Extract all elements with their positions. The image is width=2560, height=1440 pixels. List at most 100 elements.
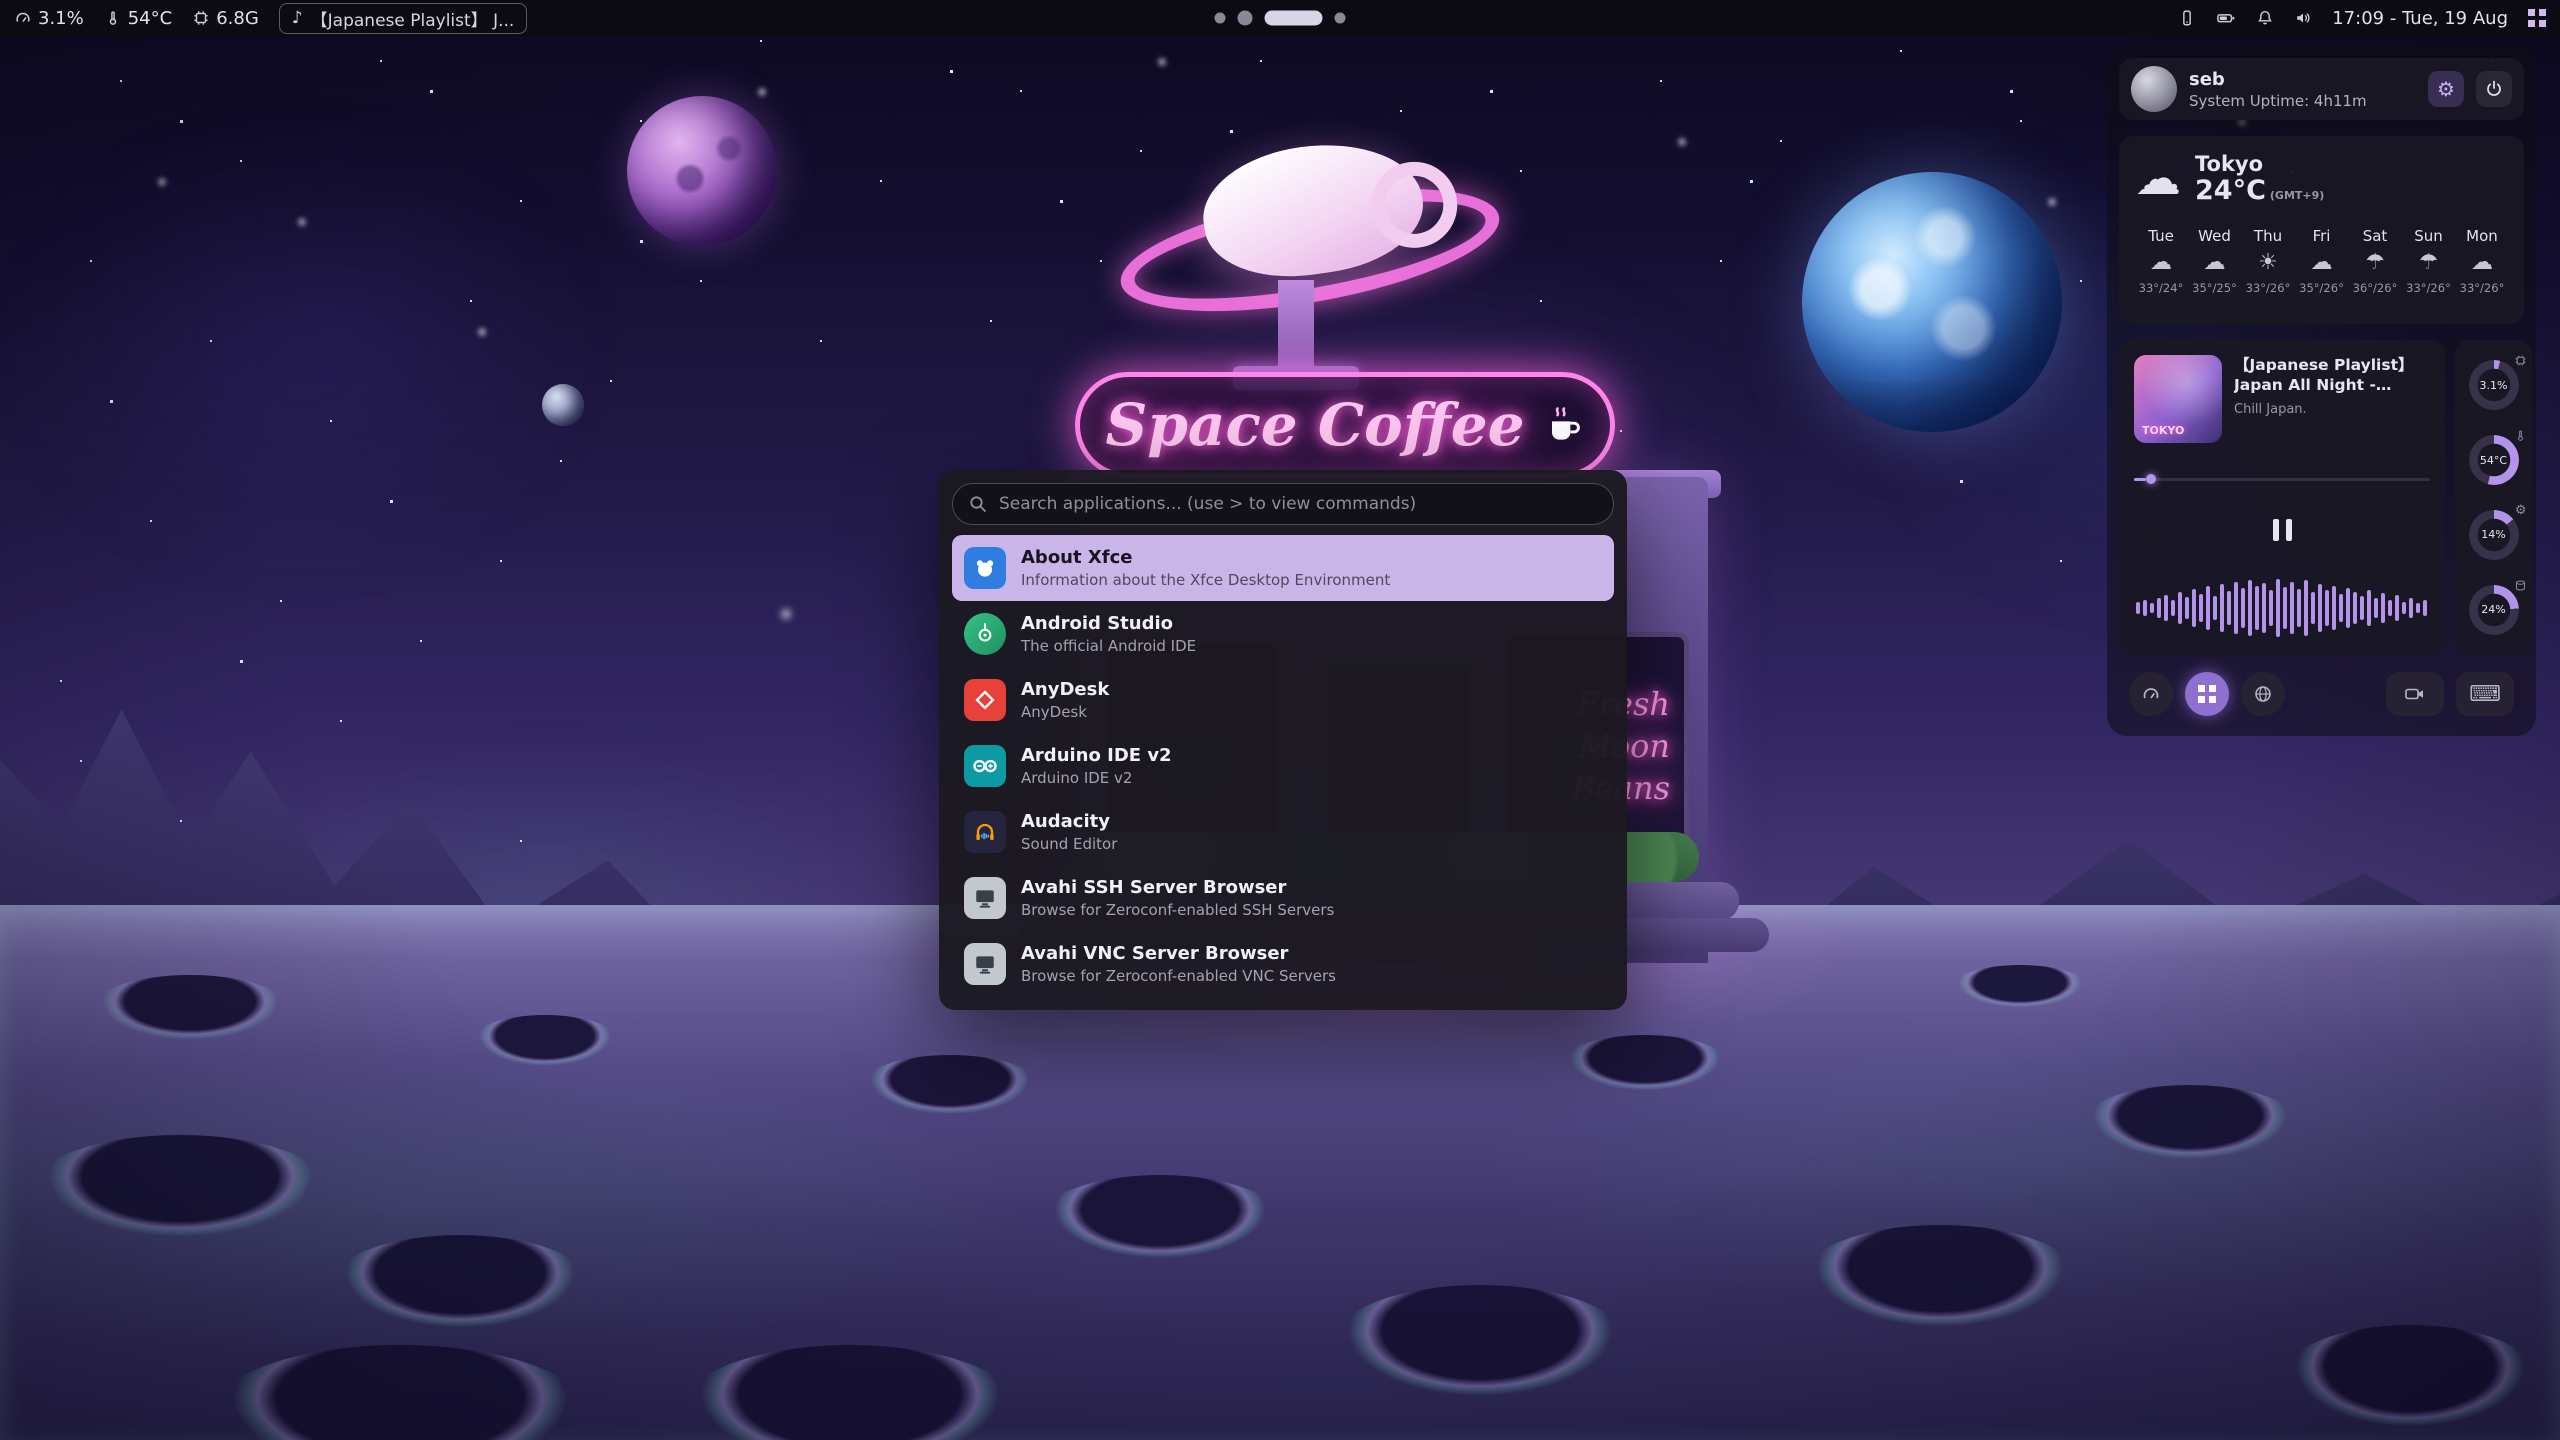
avahi-ssh-icon [964,877,1006,919]
app-row-anydesk[interactable]: AnyDesk AnyDesk [952,667,1614,733]
performance-button[interactable] [2129,672,2173,716]
app-name: AnyDesk [1021,679,1109,700]
app-desc: Browse for Zeroconf-enabled VNC Servers [1021,967,1336,985]
forecast-icon: ☁ [2471,251,2493,275]
app-menu-button[interactable] [2528,9,2546,27]
app-name: Arduino IDE v2 [1021,745,1172,766]
weather-icon: ☁ [2135,152,2181,204]
app-row-avahi-vnc[interactable]: Avahi VNC Server Browser Browse for Zero… [952,931,1614,997]
system-stats-card: 3.1% 54°C 14% ⚙ [2455,340,2532,655]
chip-icon [192,9,210,27]
weather-card: ☁ Tokyo 24°C(GMT+9) Tue ☁ 33°/24° Wed ☁ … [2119,136,2524,324]
weather-temp: 24°C [2195,175,2266,206]
battery-icon[interactable] [2216,9,2236,27]
workspace-indicator [1215,11,1346,26]
forecast-temps: 35°/26° [2299,281,2344,295]
settings-button[interactable]: ⚙ [2428,71,2464,107]
anydesk-icon [964,679,1006,721]
clock[interactable]: 17:09 - Tue, 19 Aug [2332,8,2508,29]
arduino-icon [964,745,1006,787]
crater [330,1235,590,1335]
sign-text: Space Coffee [1105,391,1524,459]
bell-icon[interactable] [2256,9,2274,27]
now-playing-label: 【Japanese Playlist】 J... [311,6,515,31]
track-title: 【Japanese Playlist】 Japan All Night - To… [2234,355,2430,395]
crater [1950,965,2090,1011]
coffee-cup-icon [1541,403,1585,447]
forecast-icon: ☀ [2258,251,2278,275]
space-coffee-sign: Space Coffee [1075,372,1615,478]
disk-stat-value: 24% [2481,603,2505,616]
sign-pedestal [1278,280,1314,380]
forecast-day-label: Fri [2313,227,2331,245]
crater [860,1055,1040,1119]
apps-button[interactable] [2185,672,2229,716]
workspace-dot[interactable] [1238,11,1253,26]
forecast-day: Sun ☂ 33°/26° [2403,227,2455,295]
launcher-search [952,483,1614,525]
gear-icon: ⚙ [2515,504,2527,517]
forecast-temps: 35°/25° [2192,281,2237,295]
forecast-day: Thu ☀ 33°/26° [2242,227,2294,295]
progress-bar[interactable] [2134,474,2430,484]
workspace-dot[interactable] [1335,13,1346,24]
forecast-day: Fri ☁ 35°/26° [2296,227,2348,295]
app-row-android-studio[interactable]: Android Studio The official Android IDE [952,601,1614,667]
memory-stat: 14% ⚙ [2465,506,2523,564]
crater [1800,1225,2080,1335]
forecast-icon: ☂ [2419,251,2439,275]
forecast-icon: ☁ [2311,251,2333,275]
album-art-text: TOKYO [2142,424,2184,437]
temp-value: 54°C [128,8,172,29]
crater [1560,1035,1730,1095]
forecast-day-label: Wed [2198,227,2231,245]
search-input[interactable] [952,483,1614,525]
app-row-about-xfce[interactable]: About Xfce Information about the Xfce De… [952,535,1614,601]
avahi-vnc-icon [964,943,1006,985]
memory-indicator: 6.8G [192,8,259,29]
gauge-icon [14,9,32,27]
small-moon [542,384,584,426]
topbar-now-playing[interactable]: ♪ 【Japanese Playlist】 J... [279,3,528,34]
app-name: Avahi SSH Server Browser [1021,877,1334,898]
forecast-day-label: Tue [2148,227,2174,245]
uptime: System Uptime: 4h11m [2189,92,2416,110]
thermometer-icon [104,9,122,27]
forecast-icon: ☁ [2204,251,2226,275]
forecast-day-label: Mon [2466,227,2498,245]
workspace-active-pill[interactable] [1265,11,1323,26]
crater [90,975,290,1045]
network-button[interactable] [2241,672,2285,716]
app-launcher: About Xfce Information about the Xfce De… [939,470,1627,1010]
earth-planet [1802,172,2062,432]
mode-buttons [2129,672,2285,716]
avatar[interactable] [2131,66,2177,112]
volume-icon[interactable] [2294,9,2312,27]
progress-knob[interactable] [2146,474,2156,484]
username: seb [2189,69,2416,90]
workspace-dot[interactable] [1215,13,1226,24]
app-desc: AnyDesk [1021,703,1109,721]
app-desc: Browse for Zeroconf-enabled SSH Servers [1021,901,1334,919]
app-row-audacity[interactable]: Audacity Sound Editor [952,799,1614,865]
control-panel: seb System Uptime: 4h11m ⚙ ☁ Tokyo 24°C(… [2107,46,2536,736]
app-row-arduino[interactable]: Arduino IDE v2 Arduino IDE v2 [952,733,1614,799]
keyboard-button[interactable]: ⌨ [2456,672,2514,716]
track-subtitle: Chill Japan. [2234,402,2430,417]
panel-button-row: ⌨ [2119,671,2524,717]
purple-planet [627,96,777,246]
forecast-temps: 33°/26° [2246,281,2291,295]
utility-buttons: ⌨ [2386,672,2514,716]
video-camera-icon [2404,684,2426,704]
app-desc: Information about the Xfce Desktop Envir… [1021,571,1390,589]
chip-icon [2514,354,2527,370]
app-name: Avahi VNC Server Browser [1021,943,1336,964]
app-row-avahi-ssh[interactable]: Avahi SSH Server Browser Browse for Zero… [952,865,1614,931]
music-note-icon: ♪ [292,8,303,28]
pause-icon [2286,519,2292,541]
power-button[interactable] [2476,71,2512,107]
screen-record-button[interactable] [2386,672,2444,716]
phone-icon[interactable] [2178,9,2196,27]
forecast-temps: 33°/26° [2460,281,2505,295]
pause-button[interactable] [2269,515,2296,545]
